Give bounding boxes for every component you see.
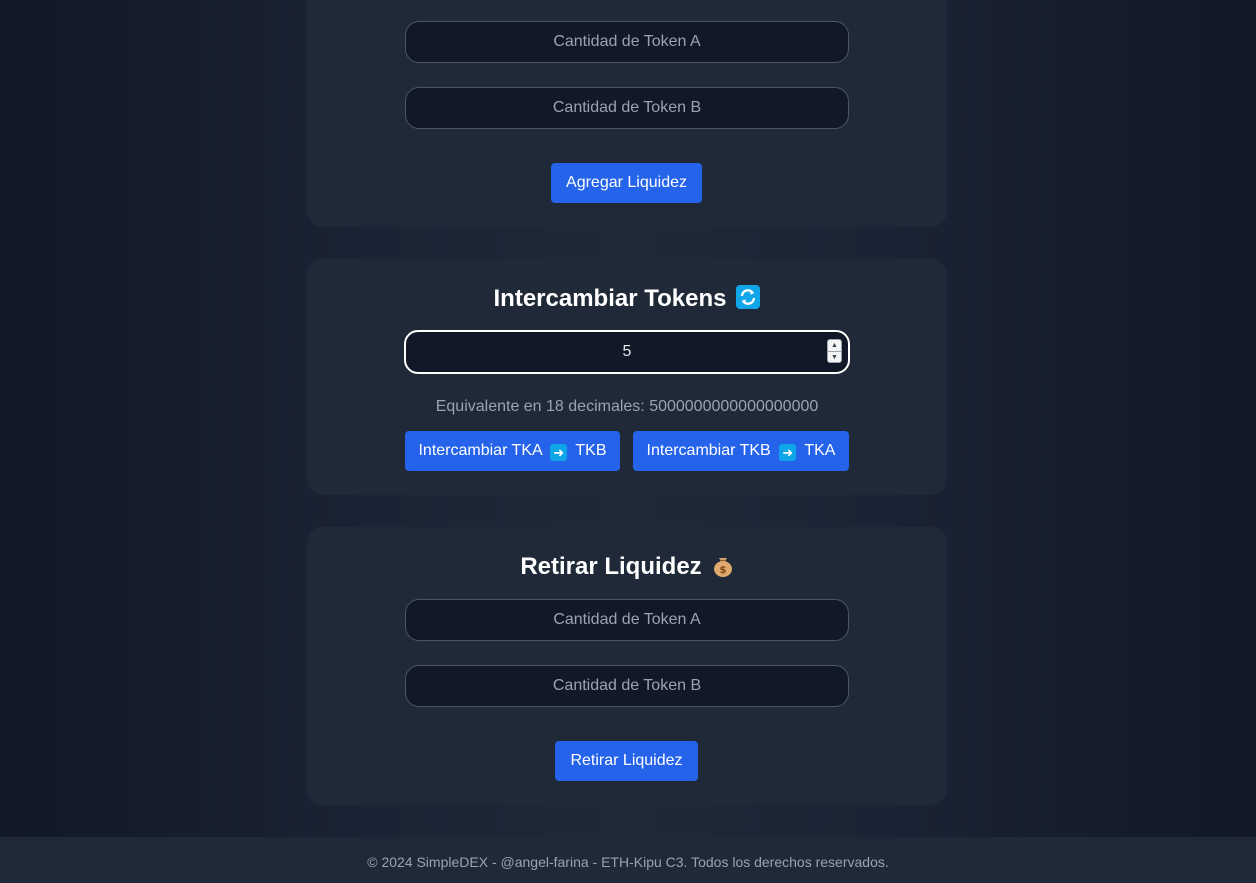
swap-a-from-label: Intercambiar TKA (418, 442, 542, 459)
svg-text:$: $ (719, 565, 726, 576)
add-token-a-input[interactable] (405, 21, 849, 63)
right-arrow-icon: ➜ (779, 444, 797, 461)
swap-amount-wrapper: ▲ ▼ (307, 330, 947, 374)
swap-title-text: Intercambiar Tokens (493, 285, 727, 312)
footer: © 2024 SimpleDEX - @angel-farina - ETH-K… (0, 837, 1256, 883)
add-token-b-input[interactable] (405, 87, 849, 129)
remove-liquidity-card: Retirar Liquidez $ Retirar Liquidez (307, 527, 947, 805)
stepper-up-icon[interactable]: ▲ (828, 340, 841, 351)
add-liquidity-button[interactable]: Agregar Liquidez (551, 163, 702, 203)
number-stepper[interactable]: ▲ ▼ (827, 339, 842, 363)
remove-token-a-input[interactable] (405, 599, 849, 641)
swap-b-to-label: TKA (804, 442, 836, 459)
swap-card: Intercambiar Tokens ▲ ▼ Equivalente en 1… (307, 259, 947, 495)
stepper-down-icon[interactable]: ▼ (828, 351, 841, 362)
arrows-counterclockwise-icon (736, 285, 761, 316)
remove-liquidity-title: Retirar Liquidez $ (307, 553, 947, 584)
swap-a-to-label: TKB (575, 442, 607, 459)
swap-tkb-to-tka-button[interactable]: Intercambiar TKB ➜ TKA (633, 431, 849, 471)
decimals-equivalent-text: Equivalente en 18 decimales: 50000000000… (435, 398, 819, 415)
add-liquidity-card: Agregar Liquidez (307, 0, 947, 227)
remove-token-b-input[interactable] (405, 665, 849, 707)
remove-liquidity-button[interactable]: Retirar Liquidez (555, 741, 698, 781)
right-arrow-icon: ➜ (550, 444, 568, 461)
swap-amount-input[interactable] (404, 330, 850, 374)
footer-copyright: © 2024 SimpleDEX - @angel-farina - ETH-K… (367, 854, 889, 870)
remove-title-text: Retirar Liquidez (520, 553, 702, 580)
money-bag-icon: $ (712, 553, 734, 584)
swap-tka-to-tkb-button[interactable]: Intercambiar TKA ➜ TKB (405, 431, 620, 471)
swap-title: Intercambiar Tokens (307, 285, 947, 316)
swap-b-from-label: Intercambiar TKB (646, 442, 771, 459)
